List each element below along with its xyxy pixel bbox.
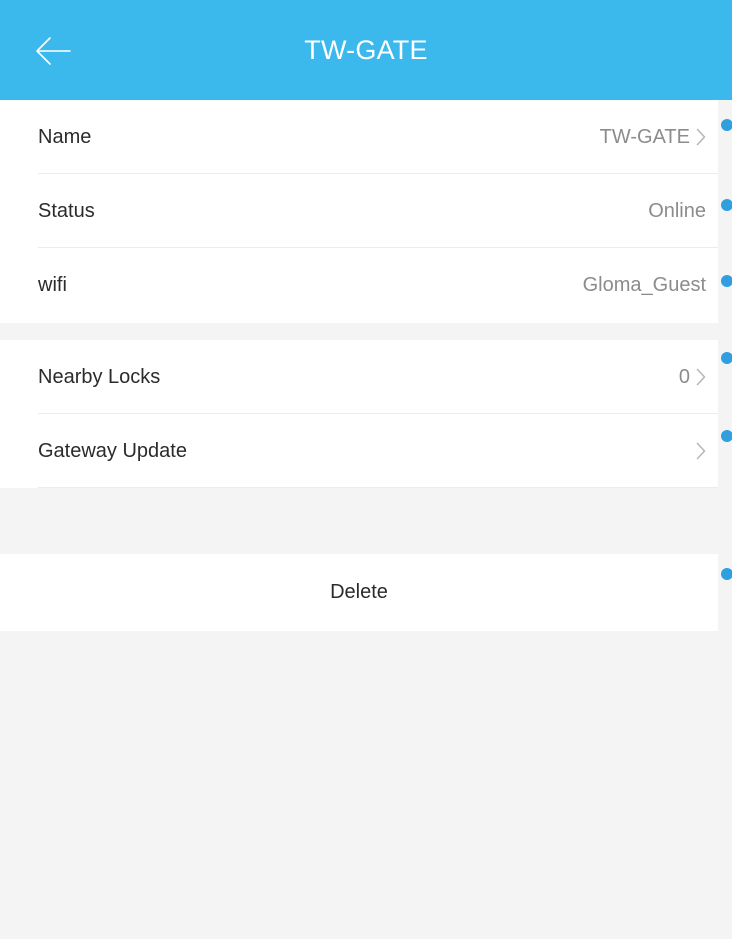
- nearby-locks-row[interactable]: Nearby Locks 0: [0, 340, 718, 414]
- chevron-right-icon: [696, 128, 706, 146]
- status-label: Status: [38, 199, 95, 222]
- page-title: TW-GATE: [304, 34, 428, 65]
- name-value-wrap: TW-GATE: [600, 126, 706, 149]
- edge-indicator-dot: [721, 199, 732, 211]
- back-button[interactable]: [28, 28, 78, 74]
- wifi-label: wifi: [38, 273, 67, 296]
- nearby-locks-count: 0: [678, 365, 690, 388]
- device-info-section: Name TW-GATE Status Online wifi Gloma_Gu…: [0, 100, 718, 323]
- row-divider: [38, 487, 718, 488]
- app-header: TW-GATE: [0, 0, 732, 100]
- status-row: Status Online: [0, 174, 718, 248]
- arrow-left-icon: [36, 37, 71, 65]
- edge-indicator-dot: [721, 119, 732, 131]
- nearby-locks-value-wrap: 0: [679, 366, 706, 389]
- wifi-value-wrap: Gloma_Guest: [583, 274, 706, 297]
- edge-indicator-dot: [721, 275, 732, 287]
- name-label: Name: [38, 125, 92, 148]
- gateway-update-row[interactable]: Gateway Update: [0, 414, 718, 488]
- gateway-detail-screen: TW-GATE Name TW-GATE Status Online wifi …: [0, 0, 732, 939]
- chevron-right-icon: [696, 442, 706, 460]
- chevron-right-icon: [696, 368, 706, 386]
- name-row[interactable]: Name TW-GATE: [0, 100, 718, 174]
- gateway-settings-section: Nearby Locks 0 Gateway Update: [0, 340, 718, 488]
- edge-indicator-dot: [721, 352, 732, 364]
- wifi-value: Gloma_Guest: [582, 273, 706, 296]
- delete-button[interactable]: Delete: [0, 554, 718, 631]
- status-value: Online: [648, 199, 706, 222]
- wifi-row: wifi Gloma_Guest: [0, 248, 718, 322]
- delete-section: Delete: [0, 554, 718, 631]
- status-value-wrap: Online: [648, 200, 706, 223]
- nearby-locks-label: Nearby Locks: [38, 365, 161, 388]
- gateway-update-label: Gateway Update: [38, 439, 187, 462]
- name-value: TW-GATE: [599, 125, 690, 148]
- edge-indicator-dot: [721, 568, 732, 580]
- delete-label: Delete: [330, 581, 388, 603]
- gateway-update-value-wrap: [690, 442, 706, 460]
- edge-indicator-dot: [721, 430, 732, 442]
